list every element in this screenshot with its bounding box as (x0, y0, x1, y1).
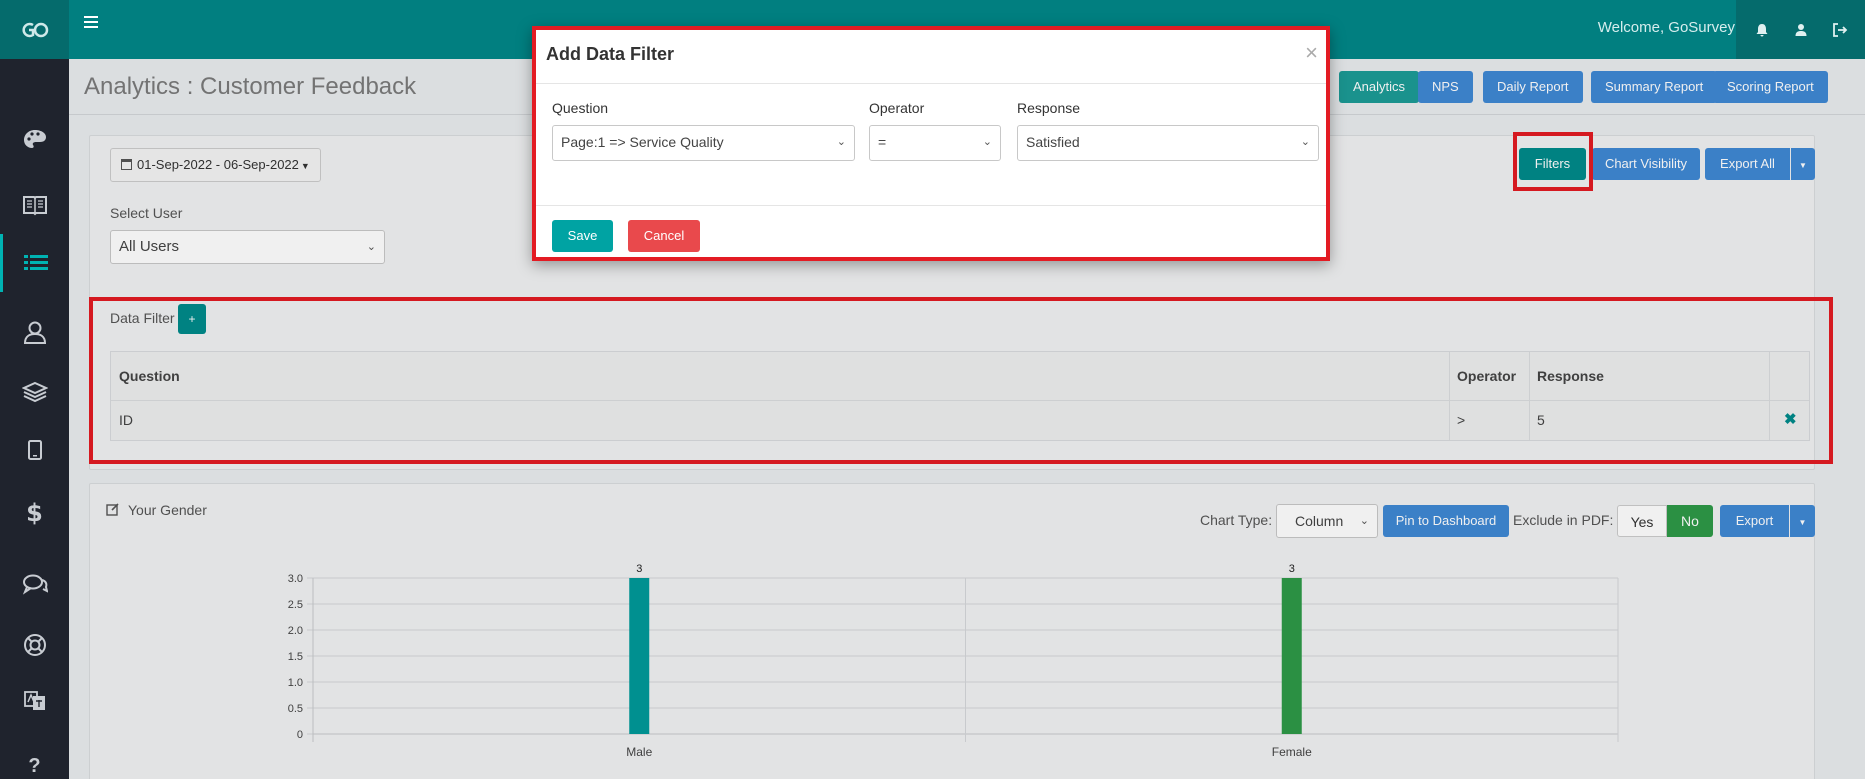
question-icon: ? (28, 754, 41, 777)
sidebar-item-billing[interactable]: $ (0, 484, 69, 542)
modal-title: Add Data Filter (546, 44, 675, 64)
welcome-text: Welcome, GoSurvey (1597, 19, 1735, 36)
palette-icon (23, 130, 46, 148)
hamburger-menu-icon[interactable] (84, 16, 98, 28)
chevron-down-icon: ⌄ (836, 136, 846, 148)
response-value: Satisfied (1026, 134, 1080, 150)
question-value: Page:1 => Service Quality (561, 134, 724, 150)
sidebar-item-themes[interactable] (0, 110, 69, 168)
close-icon[interactable]: × (1305, 40, 1318, 66)
sidebar: $ ? (0, 59, 69, 779)
list-icon (24, 255, 48, 270)
chat-icon (22, 574, 48, 595)
sidebar-item-surveys[interactable] (0, 176, 69, 234)
chevron-down-icon: ⌄ (1300, 136, 1310, 148)
book-icon (22, 196, 47, 216)
response-label: Response (1017, 100, 1081, 116)
sidebar-item-language[interactable] (0, 672, 69, 730)
lifebuoy-icon (23, 634, 46, 656)
sidebar-item-analytics[interactable] (0, 234, 69, 292)
add-data-filter-modal: Add Data Filter × Question Page:1 => Ser… (532, 26, 1330, 261)
user-profile-icon[interactable] (1793, 22, 1809, 38)
save-button[interactable]: Save (552, 220, 613, 252)
logo[interactable] (0, 0, 69, 59)
sidebar-item-layers[interactable] (0, 363, 69, 421)
response-select[interactable]: Satisfied ⌄ (1017, 125, 1319, 161)
bell-icon[interactable] (1754, 22, 1770, 38)
chevron-down-icon: ⌄ (982, 136, 992, 148)
tablet-icon (27, 440, 42, 460)
sidebar-item-help[interactable]: ? (0, 737, 69, 779)
logout-icon[interactable] (1832, 22, 1848, 38)
sidebar-item-support[interactable] (0, 555, 69, 613)
gosurvey-logo-icon (22, 22, 48, 37)
question-select[interactable]: Page:1 => Service Quality ⌄ (552, 125, 855, 161)
operator-value: = (878, 134, 887, 150)
dollar-icon: $ (26, 499, 43, 527)
operator-select[interactable]: = ⌄ (869, 125, 1001, 161)
sidebar-item-help-center[interactable] (0, 616, 69, 674)
sidebar-item-devices[interactable] (0, 421, 69, 479)
operator-label: Operator (869, 100, 925, 116)
question-label: Question (552, 100, 609, 116)
cancel-button[interactable]: Cancel (628, 220, 700, 252)
sidebar-item-users[interactable] (0, 303, 69, 361)
user-icon (23, 321, 46, 344)
top-icon-group (1736, 0, 1865, 59)
layers-icon (21, 381, 48, 403)
translate-icon (23, 691, 45, 710)
